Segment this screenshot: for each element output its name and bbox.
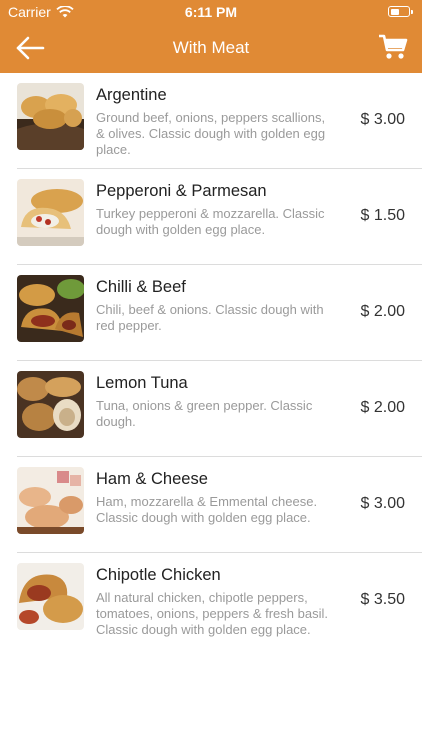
- item-description: Turkey pepperoni & mozzarella. Classic d…: [96, 206, 325, 237]
- page-title: With Meat: [172, 38, 250, 57]
- item-name: Lemon Tuna: [96, 374, 188, 392]
- list-item[interactable]: Chipotle Chicken All natural chicken, ch…: [17, 553, 422, 663]
- item-name: Ham & Cheese: [96, 470, 208, 488]
- cart-icon[interactable]: [378, 33, 408, 61]
- item-name: Argentine: [96, 86, 167, 104]
- item-price: $ 2.00: [360, 303, 405, 320]
- list-item[interactable]: Ham & Cheese Ham, mozzarella & Emmental …: [17, 457, 422, 553]
- list-item[interactable]: Lemon Tuna Tuna, onions & green pepper. …: [17, 361, 422, 457]
- status-bar: Carrier 6:11 PM: [0, 0, 422, 24]
- item-price: $ 2.00: [360, 399, 405, 416]
- item-description: Ground beef, onions, peppers scallions, …: [96, 110, 326, 157]
- item-price: $ 3.50: [360, 591, 405, 608]
- item-description: All natural chicken, chipotle peppers, t…: [96, 590, 328, 637]
- item-description: Tuna, onions & green pepper. Classic dou…: [96, 398, 313, 429]
- item-price: $ 3.00: [360, 495, 405, 512]
- app-header: Carrier 6:11 PM With Meat: [0, 0, 422, 73]
- item-name: Chilli & Beef: [96, 278, 186, 296]
- product-image: [17, 275, 84, 342]
- product-image: [17, 179, 84, 246]
- menu-list: Argentine Ground beef, onions, peppers s…: [0, 73, 422, 663]
- item-description: Chili, beef & onions. Classic dough with…: [96, 302, 324, 333]
- product-image: [17, 467, 84, 534]
- product-image: [17, 371, 84, 438]
- list-item[interactable]: Chilli & Beef Chili, beef & onions. Clas…: [17, 265, 422, 361]
- item-name: Pepperoni & Parmesan: [96, 182, 267, 200]
- item-price: $ 1.50: [360, 207, 405, 224]
- item-name: Chipotle Chicken: [96, 566, 221, 584]
- product-image: [17, 563, 84, 630]
- product-image: [17, 83, 84, 150]
- item-price: $ 3.00: [360, 111, 405, 128]
- item-description: Ham, mozzarella & Emmental cheese. Class…: [96, 494, 318, 525]
- list-item[interactable]: Pepperoni & Parmesan Turkey pepperoni & …: [17, 169, 422, 265]
- list-item[interactable]: Argentine Ground beef, onions, peppers s…: [17, 73, 422, 169]
- battery-icon: [388, 6, 413, 17]
- status-time: 6:11 PM: [184, 4, 238, 20]
